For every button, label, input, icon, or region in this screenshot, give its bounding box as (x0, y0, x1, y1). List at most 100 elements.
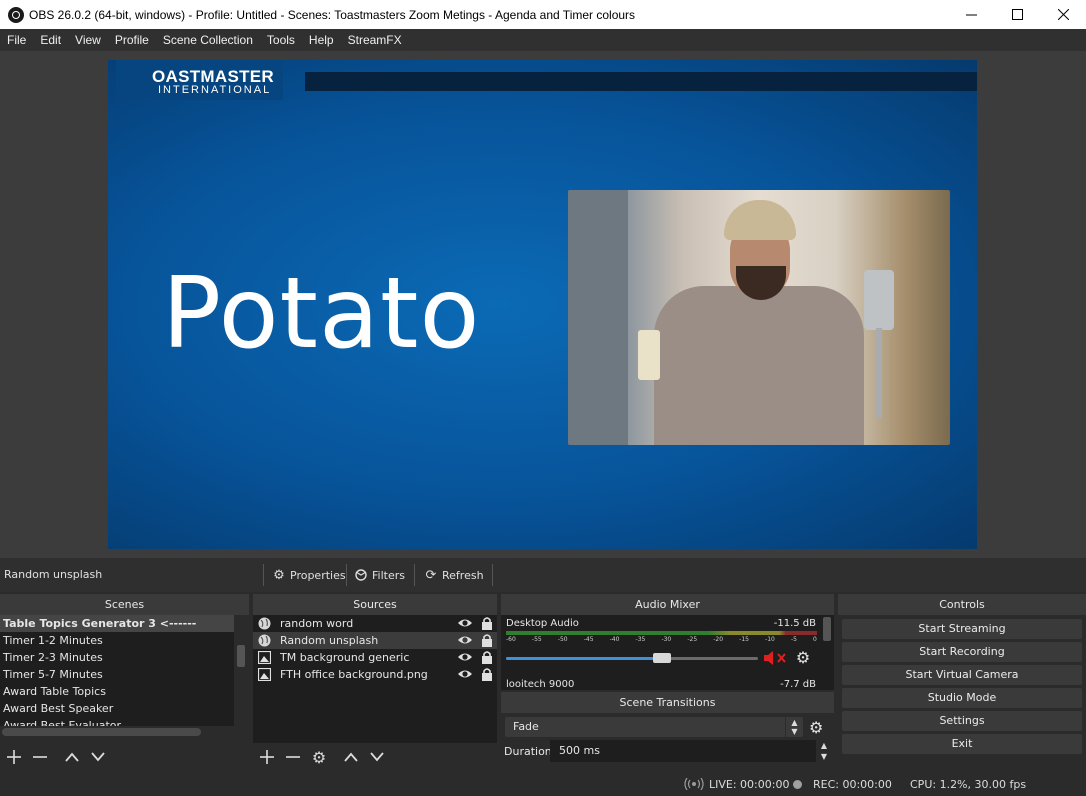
settings-button[interactable]: Settings (842, 711, 1082, 731)
transition-select[interactable]: Fade ▲ ▼ (505, 717, 803, 737)
scenes-dock: Scenes Table Topics Generator 3 <------ … (0, 594, 249, 770)
preview-area: OASTMASTER INTERNATIONAL Potato (0, 51, 1086, 558)
remove-source-button[interactable] (283, 747, 303, 767)
start-streaming-button[interactable]: Start Streaming (842, 619, 1082, 639)
channel-db: -11.5 dB (773, 618, 816, 629)
chevron-down-icon (370, 752, 384, 762)
meter-scale-tick: -40 (609, 636, 620, 643)
photo-wall (568, 190, 628, 445)
scene-item[interactable]: Timer 2-3 Minutes (0, 649, 234, 666)
move-source-down-button[interactable] (367, 747, 387, 767)
lock-icon[interactable] (481, 667, 493, 681)
eye-icon[interactable] (457, 667, 473, 681)
menu-file[interactable]: File (0, 33, 33, 47)
start-virtual-camera-button[interactable]: Start Virtual Camera (842, 665, 1082, 685)
source-item[interactable]: random word (253, 615, 497, 632)
properties-button[interactable]: ⚙ Properties (272, 565, 346, 585)
remove-scene-button[interactable] (30, 747, 50, 767)
scene-item[interactable]: Table Topics Generator 3 <------ (0, 615, 234, 632)
move-scene-down-button[interactable] (88, 747, 108, 767)
lock-icon[interactable] (481, 633, 493, 647)
refresh-button[interactable]: ⟳ Refresh (424, 565, 484, 585)
duration-spinner[interactable]: ▲ ▼ (817, 740, 831, 762)
duration-value: 500 ms (559, 744, 600, 757)
scene-item[interactable]: Timer 1-2 Minutes (0, 632, 234, 649)
mixer-scrollbar[interactable] (823, 617, 831, 641)
gear-icon: ⚙ (311, 747, 327, 767)
preview-canvas[interactable]: OASTMASTER INTERNATIONAL Potato (108, 60, 977, 549)
scene-item[interactable]: Timer 5-7 Minutes (0, 666, 234, 683)
meter-scale-tick: -25 (687, 636, 698, 643)
menu-tools[interactable]: Tools (260, 33, 302, 47)
scenes-vertical-scrollbar[interactable] (235, 615, 247, 734)
properties-label: Properties (290, 568, 346, 582)
muted-speaker-icon[interactable] (763, 650, 789, 666)
photo-spatula (864, 270, 894, 330)
scenes-horizontal-scrollbar[interactable] (2, 728, 201, 736)
volume-slider[interactable] (506, 653, 758, 663)
lock-icon[interactable] (481, 616, 493, 630)
minimize-button[interactable] (948, 0, 994, 29)
meter-scale-tick: 0 (813, 636, 817, 643)
meter-scale-tick: -15 (739, 636, 749, 643)
filters-button[interactable]: Filters (354, 565, 405, 585)
volume-slider-fill (506, 657, 663, 660)
volume-meter (506, 631, 817, 635)
sources-header: Sources (253, 594, 497, 615)
image-icon (258, 651, 271, 664)
exit-button[interactable]: Exit (842, 734, 1082, 754)
menu-scene-collection[interactable]: Scene Collection (156, 33, 260, 47)
menu-streamfx[interactable]: StreamFX (341, 33, 409, 47)
unsplash-photo (568, 190, 950, 445)
maximize-button[interactable] (994, 0, 1040, 29)
header-stripe (305, 72, 977, 91)
refresh-icon: ⟳ (425, 567, 437, 583)
scene-item[interactable]: Award Table Topics (0, 683, 234, 700)
plus-icon (7, 750, 21, 764)
move-scene-up-button[interactable] (62, 747, 82, 767)
gear-icon[interactable]: ⚙ (809, 718, 823, 737)
source-toolbar: Random unsplash ⚙ Properties Filters ⟳ R… (0, 558, 1086, 592)
add-source-button[interactable] (257, 747, 277, 767)
start-recording-button[interactable]: Start Recording (842, 642, 1082, 662)
scroll-thumb[interactable] (237, 645, 245, 667)
menu-profile[interactable]: Profile (108, 33, 156, 47)
meter-scale-tick: -30 (661, 636, 672, 643)
volume-slider-handle[interactable] (653, 653, 672, 663)
toolbar-separator (263, 564, 264, 586)
menu-view[interactable]: View (68, 33, 108, 47)
scene-item[interactable]: Award Best Evaluator (0, 717, 234, 726)
minus-icon (33, 756, 47, 758)
source-name: FTH office background.png (280, 668, 428, 681)
status-bar: LIVE: 00:00:00 REC: 00:00:00 CPU: 1.2%, … (0, 771, 1086, 796)
eye-icon[interactable] (457, 650, 473, 664)
meter-scale-tick: -10 (765, 636, 775, 643)
source-properties-button[interactable]: ⚙ (309, 747, 329, 767)
meter-scale-tick: -5 (790, 636, 797, 643)
studio-mode-button[interactable]: Studio Mode (842, 688, 1082, 708)
duration-input[interactable]: 500 ms (550, 740, 816, 762)
close-button[interactable] (1040, 0, 1086, 29)
menu-edit[interactable]: Edit (33, 33, 68, 47)
toolbar-separator (492, 564, 493, 586)
photo-spatula-handle (876, 328, 882, 418)
chevron-up-icon (344, 752, 358, 762)
scene-item[interactable]: Award Best Speaker (0, 700, 234, 717)
lock-icon[interactable] (481, 650, 493, 664)
source-item[interactable]: FTH office background.png (253, 666, 497, 683)
source-item[interactable]: TM background generic (253, 649, 497, 666)
gear-icon[interactable]: ⚙ (794, 649, 812, 667)
move-source-up-button[interactable] (341, 747, 361, 767)
source-name: Random unsplash (280, 634, 379, 647)
source-item[interactable]: Random unsplash (253, 632, 497, 649)
photo-can (638, 330, 660, 380)
eye-icon[interactable] (457, 633, 473, 647)
controls-header: Controls (838, 594, 1086, 615)
meter-scale-tick: -45 (583, 636, 594, 643)
eye-icon[interactable] (457, 616, 473, 630)
meter-scale-tick: -55 (531, 636, 542, 643)
toolbar-separator (346, 564, 347, 586)
menu-help[interactable]: Help (302, 33, 341, 47)
channel-name: Desktop Audio (506, 618, 579, 629)
add-scene-button[interactable] (4, 747, 24, 767)
